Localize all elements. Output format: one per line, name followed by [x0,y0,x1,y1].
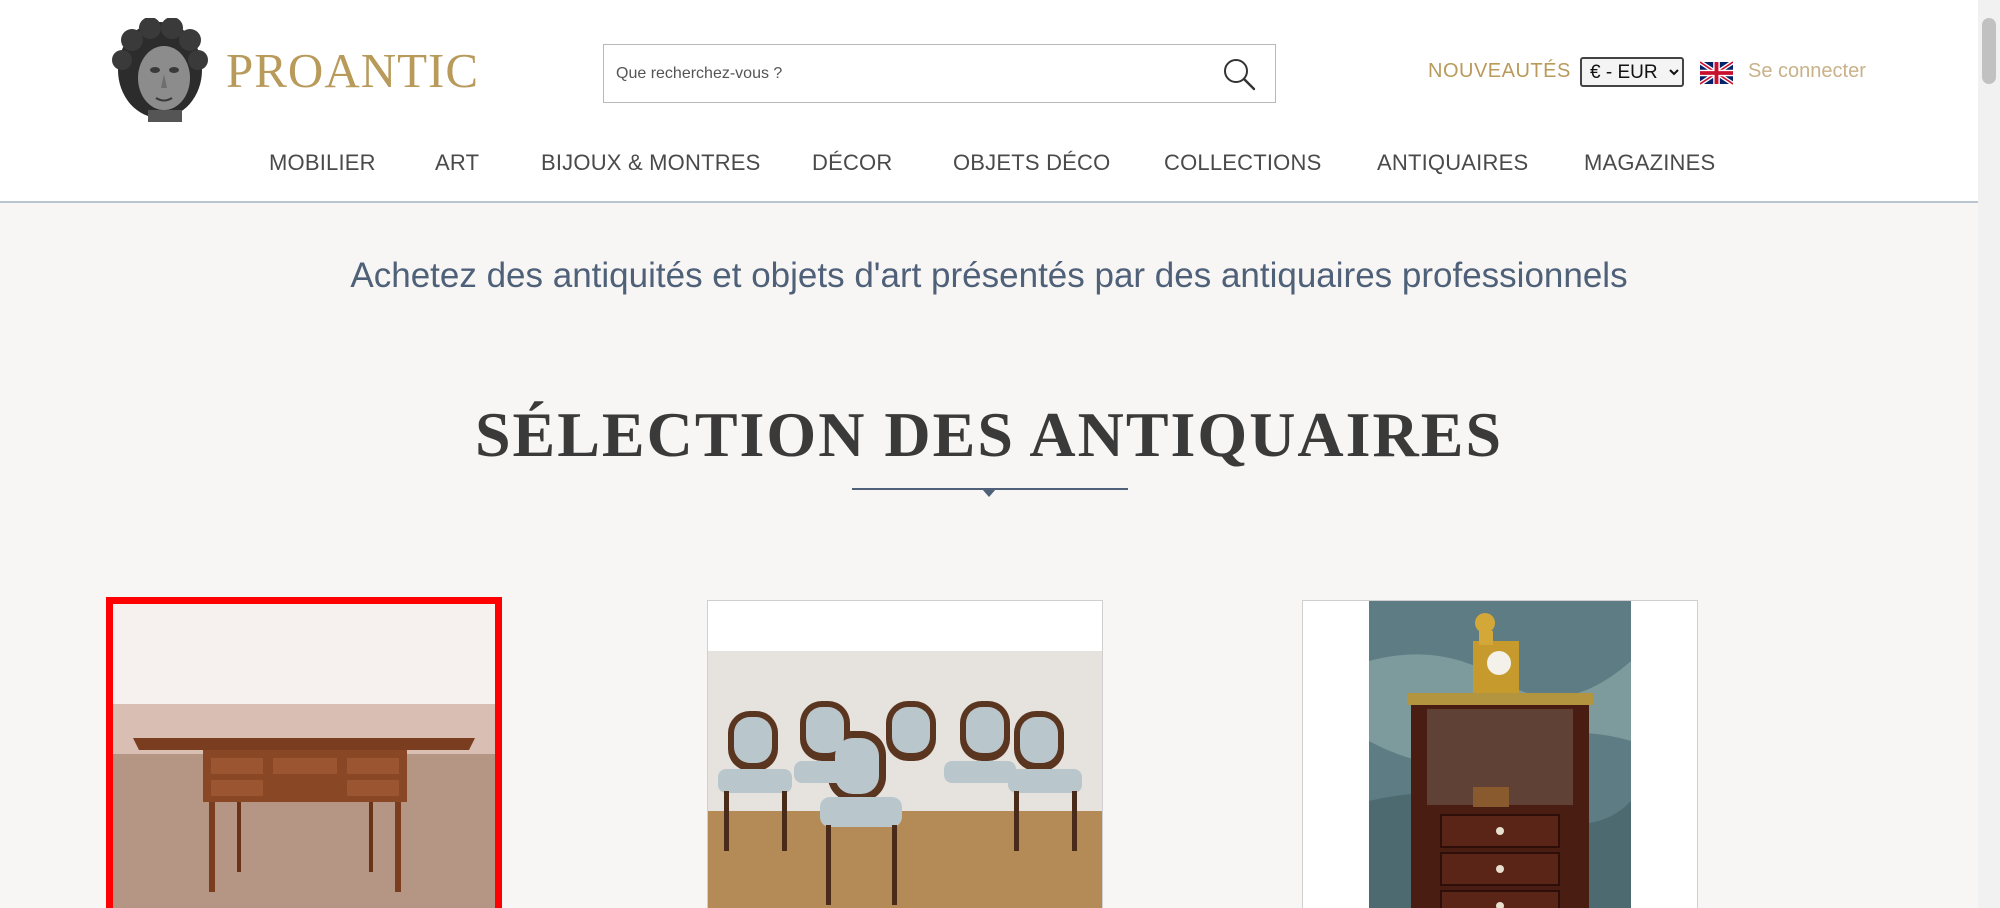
nav-item-magazines[interactable]: MAGAZINES [1584,150,1715,176]
uk-flag-icon[interactable] [1700,61,1733,85]
nav-item-bijoux-montres[interactable]: BIJOUX & MONTRES [541,150,761,176]
search-box [603,44,1276,103]
site-header: PROANTIC NOUVEAUTÉS € - EUR Se connecter… [0,0,1978,203]
search-icon[interactable] [1221,56,1257,92]
writing-desk-image [113,604,495,908]
product-card-chairs[interactable] [707,600,1103,908]
page-scrollbar[interactable] [1978,0,2000,908]
divider-arrow-icon [982,489,996,497]
scrollbar-thumb[interactable] [1982,18,1996,84]
nav-item-decor[interactable]: DÉCOR [812,150,892,176]
login-link[interactable]: Se connecter [1748,60,1866,83]
currency-select[interactable]: € - EUR [1580,57,1684,87]
nav-item-antiquaires[interactable]: ANTIQUAIRES [1377,150,1528,176]
site-logo[interactable]: PROANTIC [110,18,479,122]
search-input[interactable] [604,45,1204,102]
section-title: SÉLECTION DES ANTIQUAIRES [474,399,1504,470]
clock-cabinet-image [1303,601,1697,908]
main-nav: MOBILIER ART BIJOUX & MONTRES DÉCOR OBJE… [0,150,1978,180]
logo-text: PROANTIC [226,42,480,98]
nav-item-art[interactable]: ART [435,150,479,176]
nav-item-collections[interactable]: COLLECTIONS [1164,150,1321,176]
nav-item-objets-deco[interactable]: OBJETS DÉCO [953,150,1110,176]
nouveautes-link[interactable]: NOUVEAUTÉS [1428,60,1571,83]
nav-item-mobilier[interactable]: MOBILIER [269,150,376,176]
product-card-clock-cabinet[interactable] [1302,600,1698,908]
logo-head-icon [112,18,208,122]
product-card-desk[interactable] [106,597,502,908]
dining-chairs-image [708,601,1102,908]
page-tagline: Achetez des antiquités et objets d'art p… [350,256,1628,295]
